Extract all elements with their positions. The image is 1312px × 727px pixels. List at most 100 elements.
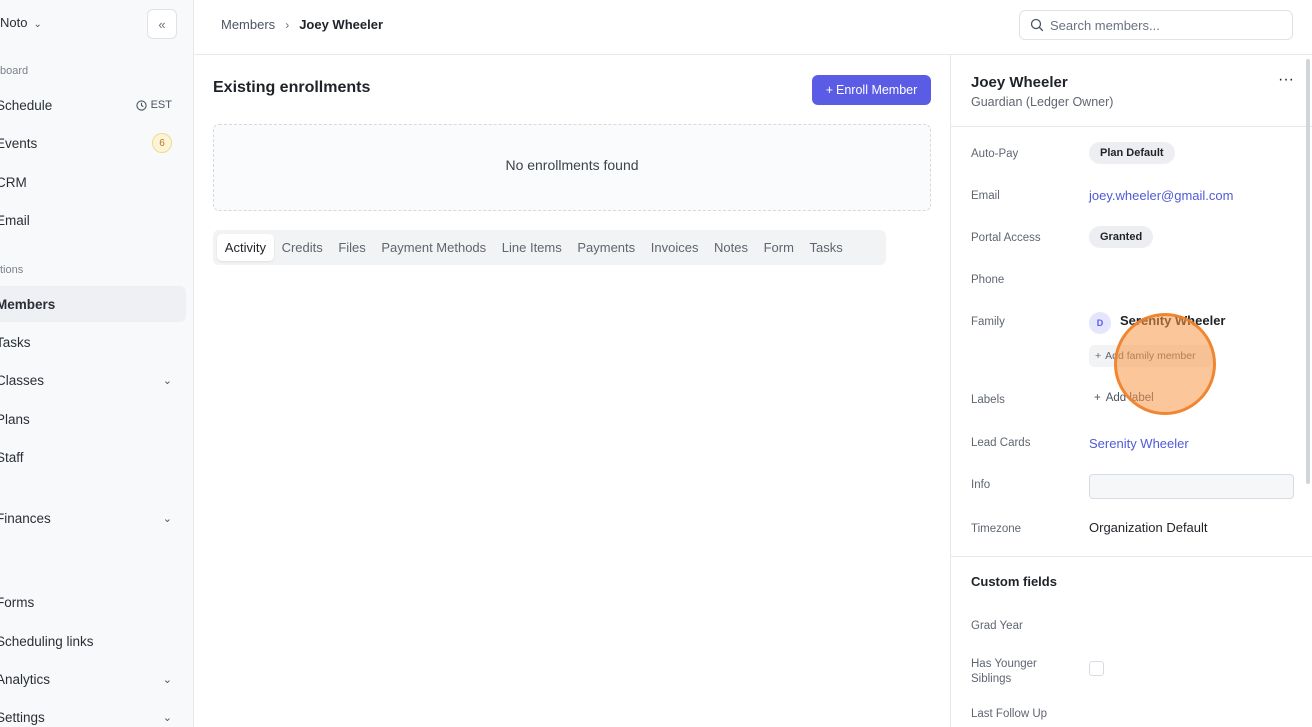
sidebar-item-scheduling-links[interactable]: Scheduling links bbox=[0, 623, 186, 659]
chevron-down-icon: ⌄ bbox=[162, 374, 172, 387]
add-label-button[interactable]: + Add label bbox=[1094, 392, 1154, 404]
chevron-down-icon: ⌄ bbox=[33, 19, 42, 30]
grad-year-label: Grad Year bbox=[971, 620, 1023, 632]
member-tabs: Activity Credits Files Payment Methods L… bbox=[213, 230, 886, 265]
org-name: Noto bbox=[0, 15, 28, 30]
labels-label: Labels bbox=[971, 394, 1005, 406]
sidebar-item-settings[interactable]: Settings ⌄ bbox=[0, 699, 186, 727]
member-details-panel: Joey Wheeler Guardian (Ledger Owner) ···… bbox=[950, 55, 1312, 727]
timezone-label: EST bbox=[150, 99, 172, 111]
sidebar-item-label: Finances bbox=[0, 510, 51, 526]
org-switcher[interactable]: Noto ⌄ bbox=[0, 15, 42, 30]
portal-access-badge[interactable]: Granted bbox=[1089, 226, 1154, 248]
divider bbox=[951, 556, 1312, 557]
tab-invoices[interactable]: Invoices bbox=[643, 234, 706, 261]
sidebar-item-crm[interactable]: CRM bbox=[0, 164, 186, 200]
enrollments-empty-state: No enrollments found bbox=[213, 124, 931, 211]
tab-form[interactable]: Form bbox=[756, 234, 802, 261]
sidebar-item-label: Scheduling links bbox=[0, 633, 94, 649]
info-field[interactable] bbox=[1089, 474, 1294, 499]
add-family-member-label: Add family member bbox=[1105, 350, 1196, 362]
sidebar-item-classes[interactable]: Classes ⌄ bbox=[0, 362, 186, 398]
sidebar-item-label: Forms bbox=[0, 594, 35, 610]
email-link[interactable]: joey.wheeler@gmail.com bbox=[1089, 188, 1233, 203]
tab-credits[interactable]: Credits bbox=[274, 234, 331, 261]
sidebar-item-label: Members bbox=[0, 296, 56, 312]
avatar: D bbox=[1089, 312, 1111, 334]
clock-icon bbox=[135, 99, 147, 111]
tab-tasks[interactable]: Tasks bbox=[802, 234, 851, 261]
sidebar-item-events[interactable]: Events 6 bbox=[0, 125, 186, 161]
family-label: Family bbox=[971, 316, 1005, 328]
sidebar-item-tasks[interactable]: Tasks bbox=[0, 324, 186, 360]
member-role: Guardian (Ledger Owner) bbox=[971, 95, 1114, 109]
sidebar-item-label: Settings bbox=[0, 709, 45, 725]
breadcrumb-members-link[interactable]: Members bbox=[221, 17, 275, 32]
divider bbox=[951, 126, 1312, 127]
auto-pay-badge[interactable]: Plan Default bbox=[1089, 142, 1175, 164]
tab-line-items[interactable]: Line Items bbox=[494, 234, 570, 261]
add-label-text: Add label bbox=[1105, 392, 1154, 404]
top-bar: Members › Joey Wheeler bbox=[194, 0, 1312, 55]
collapse-sidebar-button[interactable]: « bbox=[147, 9, 177, 39]
section-label-dashboard: board bbox=[0, 65, 29, 77]
section-label-operations: tions bbox=[0, 264, 24, 276]
sidebar-item-members[interactable]: Members bbox=[0, 286, 186, 322]
sidebar-item-label: Events bbox=[0, 135, 38, 151]
sidebar-item-label: Plans bbox=[0, 411, 30, 427]
has-younger-siblings-label: Has Younger Siblings bbox=[971, 657, 1037, 687]
plus-icon: + bbox=[1094, 392, 1101, 404]
last-follow-up-label: Last Follow Up bbox=[971, 708, 1048, 720]
plus-icon: + bbox=[1095, 350, 1102, 362]
tab-payment-methods[interactable]: Payment Methods bbox=[374, 234, 494, 261]
sidebar: Noto ⌄ « board Schedule EST Events 6 CRM … bbox=[0, 0, 194, 727]
sidebar-item-email[interactable]: Email bbox=[0, 202, 186, 238]
more-options-icon[interactable]: ··· bbox=[1278, 71, 1294, 89]
tab-activity[interactable]: Activity bbox=[217, 234, 274, 261]
plus-icon: + bbox=[825, 83, 834, 97]
chevron-down-icon: ⌄ bbox=[162, 673, 172, 686]
family-member-name[interactable]: Serenity Wheeler bbox=[1120, 313, 1226, 328]
tab-files[interactable]: Files bbox=[331, 234, 374, 261]
search-box[interactable] bbox=[1019, 10, 1293, 40]
has-younger-siblings-label-line-2: Siblings bbox=[971, 673, 1012, 685]
portal-access-label: Portal Access bbox=[971, 232, 1041, 244]
search-input[interactable] bbox=[1050, 17, 1280, 33]
phone-label: Phone bbox=[971, 274, 1005, 286]
sidebar-item-label: Staff bbox=[0, 449, 24, 465]
timezone-value[interactable]: Organization Default bbox=[1089, 520, 1208, 535]
tab-payments[interactable]: Payments bbox=[570, 234, 643, 261]
panel-scrollbar[interactable] bbox=[1306, 59, 1310, 484]
email-label: Email bbox=[971, 190, 1000, 202]
timezone-indicator: EST bbox=[135, 99, 172, 111]
double-chevron-left-icon: « bbox=[158, 16, 166, 32]
sidebar-item-label: Schedule bbox=[0, 97, 53, 113]
sidebar-item-label: Analytics bbox=[0, 671, 51, 687]
page-title: Existing enrollments bbox=[213, 79, 371, 96]
enroll-member-button[interactable]: + Enroll Member bbox=[812, 75, 931, 105]
events-count-badge: 6 bbox=[152, 133, 172, 153]
search-icon bbox=[1030, 18, 1044, 32]
lead-cards-label: Lead Cards bbox=[971, 437, 1031, 449]
lead-card-link[interactable]: Serenity Wheeler bbox=[1089, 436, 1189, 451]
sidebar-item-forms[interactable]: Forms bbox=[0, 584, 186, 620]
has-younger-siblings-checkbox[interactable] bbox=[1089, 661, 1104, 676]
timezone-label: Timezone bbox=[971, 523, 1022, 535]
auto-pay-label: Auto-Pay bbox=[971, 148, 1019, 160]
info-label: Info bbox=[971, 479, 991, 491]
sidebar-item-finances[interactable]: Finances ⌄ bbox=[0, 500, 186, 536]
sidebar-item-analytics[interactable]: Analytics ⌄ bbox=[0, 661, 186, 697]
member-name: Joey Wheeler bbox=[971, 74, 1068, 91]
breadcrumb: Members › Joey Wheeler bbox=[221, 17, 383, 32]
chevron-right-icon: › bbox=[285, 17, 290, 32]
enroll-member-label: Enroll Member bbox=[836, 83, 918, 97]
sidebar-item-plans[interactable]: Plans bbox=[0, 401, 186, 437]
tab-notes[interactable]: Notes bbox=[706, 234, 756, 261]
sidebar-item-staff[interactable]: Staff bbox=[0, 439, 186, 475]
empty-message: No enrollments found bbox=[505, 156, 639, 173]
has-younger-siblings-label-line-1: Has Younger bbox=[971, 658, 1037, 670]
sidebar-item-label: Tasks bbox=[0, 334, 31, 350]
add-family-member-button[interactable]: + Add family member bbox=[1089, 345, 1213, 367]
sidebar-item-label: Classes bbox=[0, 372, 45, 388]
sidebar-item-schedule[interactable]: Schedule EST bbox=[0, 87, 186, 123]
